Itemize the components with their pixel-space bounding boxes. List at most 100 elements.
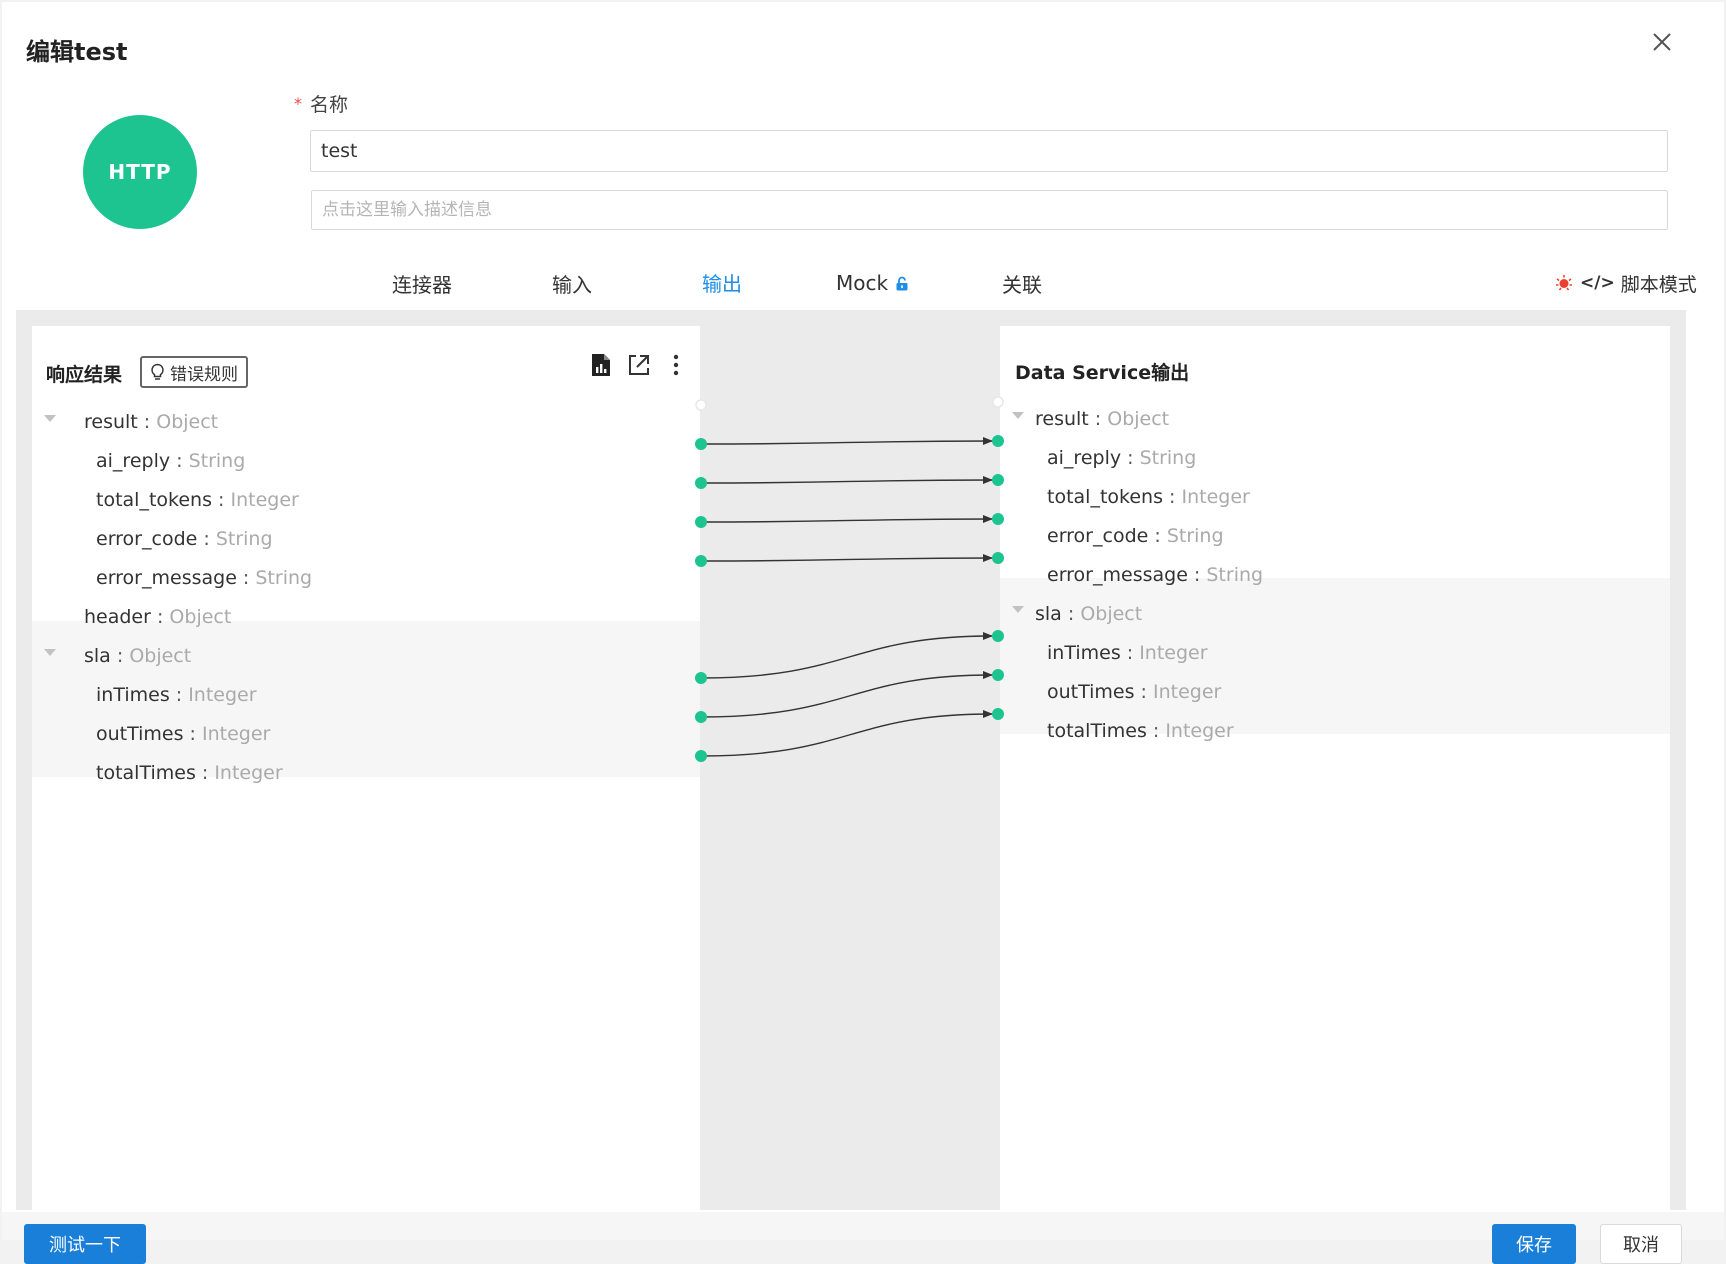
- tree-row-in-times: inTimes : Integer: [96, 677, 257, 713]
- close-button[interactable]: [1644, 24, 1680, 60]
- field-sep: :: [1162, 486, 1182, 508]
- field-name: error_code: [1047, 525, 1149, 547]
- collapse-sla-caret[interactable]: [1012, 606, 1024, 613]
- script-mode-label: 脚本模式: [1620, 273, 1697, 296]
- tab-connector[interactable]: 连接器: [347, 254, 497, 312]
- field-type: Object: [1107, 408, 1170, 430]
- field-type: String: [215, 528, 273, 550]
- cancel-button-label: 取消: [1623, 1235, 1659, 1256]
- tab-label: 关联: [1002, 272, 1042, 297]
- import-file-button[interactable]: [586, 350, 616, 380]
- field-type: Integer: [1181, 486, 1250, 508]
- tab-label: 连接器: [392, 272, 452, 297]
- tree-row-out-times: outTimes : Integer: [96, 716, 270, 752]
- lock-icon: [896, 276, 908, 290]
- output-panel-title: Data Service输出: [1015, 362, 1190, 384]
- tree-row-error-code: error_code : String: [96, 521, 273, 557]
- http-logo-text: HTTP: [108, 160, 172, 184]
- field-name: outTimes: [1047, 681, 1135, 703]
- tab-label: Mock: [835, 271, 889, 295]
- field-name: sla: [1035, 603, 1062, 625]
- required-mark: *: [294, 94, 302, 113]
- dialog-title: 编辑test: [26, 38, 128, 66]
- tab-output[interactable]: 输出: [647, 254, 797, 312]
- export-button[interactable]: [624, 350, 654, 380]
- tree-row-result: result : Object: [1035, 401, 1169, 437]
- http-logo: HTTP: [83, 115, 197, 229]
- tree-row-sla: sla : Object: [1035, 596, 1142, 632]
- field-type: Object: [129, 645, 192, 667]
- code-icon: </>: [1580, 273, 1615, 293]
- field-sep: :: [137, 411, 157, 433]
- field-type: Integer: [1165, 720, 1234, 742]
- field-name: totalTimes: [96, 762, 196, 784]
- more-vertical-icon: [673, 354, 679, 376]
- tab-mock[interactable]: Mock: [797, 254, 947, 312]
- field-sep: :: [183, 723, 202, 745]
- tree-row-error-message: error_message : String: [1047, 557, 1263, 593]
- script-mode-toggle[interactable]: </> 脚本模式: [1554, 270, 1697, 296]
- field-name: result: [1035, 408, 1089, 430]
- field-sep: :: [1187, 564, 1207, 586]
- error-rule-label: 错误规则: [170, 364, 238, 385]
- tree-row-error-code: error_code : String: [1047, 518, 1224, 554]
- tree-row-ai-reply: ai_reply : String: [96, 443, 245, 479]
- collapse-result-caret[interactable]: [1012, 412, 1024, 419]
- field-type: Integer: [214, 762, 283, 784]
- description-input[interactable]: [311, 190, 1668, 230]
- name-label: 名称: [310, 94, 349, 116]
- field-name: total_tokens: [96, 489, 212, 511]
- field-type: String: [1206, 564, 1264, 586]
- field-name: total_tokens: [1047, 486, 1163, 508]
- field-type: Object: [156, 411, 219, 433]
- field-sep: :: [1088, 408, 1108, 430]
- tab-label: 输出: [702, 271, 742, 296]
- field-sep: :: [1061, 603, 1081, 625]
- field-sep: :: [211, 489, 231, 511]
- field-name: result: [84, 411, 138, 433]
- field-name: header: [84, 606, 151, 628]
- field-type: Integer: [1153, 681, 1222, 703]
- save-button-label: 保存: [1516, 1235, 1552, 1256]
- tree-row-result: result : Object: [84, 404, 218, 440]
- dialog-footer: [2, 1212, 1724, 1240]
- field-type: Integer: [230, 489, 299, 511]
- field-sep: :: [1121, 447, 1140, 469]
- field-type: Integer: [188, 684, 257, 706]
- tree-row-sla: sla : Object: [84, 638, 191, 674]
- field-type: String: [255, 567, 313, 589]
- save-button[interactable]: 保存: [1492, 1224, 1576, 1264]
- error-rule-button[interactable]: 错误规则: [140, 356, 248, 388]
- response-panel: 响应结果 错误规则 result: Object ai_reply: Str…: [32, 326, 700, 1210]
- field-sep: :: [110, 645, 130, 667]
- field-name: error_message: [96, 567, 237, 589]
- more-menu-button[interactable]: [661, 350, 691, 380]
- tree-row-total-tokens: total_tokens : Integer: [1047, 479, 1250, 515]
- field-sep: :: [169, 684, 189, 706]
- field-name: sla: [84, 645, 111, 667]
- tree-row-total-times: totalTimes : Integer: [96, 755, 283, 791]
- test-button[interactable]: 测试一下: [24, 1224, 146, 1264]
- field-type: String: [1166, 525, 1224, 547]
- collapse-result-caret[interactable]: [44, 415, 56, 422]
- tree-row-total-times: totalTimes : Integer: [1047, 713, 1234, 749]
- response-panel-title: 响应结果: [46, 364, 123, 386]
- field-name: inTimes: [1047, 642, 1121, 664]
- collapse-sla-caret[interactable]: [44, 649, 56, 656]
- export-icon: [629, 355, 649, 375]
- test-button-label: 测试一下: [49, 1235, 121, 1256]
- tree-row-ai-reply: ai_reply : String: [1047, 440, 1196, 476]
- tab-input[interactable]: 输入: [497, 254, 647, 312]
- field-sep: :: [1120, 642, 1140, 664]
- cancel-button[interactable]: 取消: [1600, 1224, 1682, 1264]
- field-name: outTimes: [96, 723, 184, 745]
- tab-relation[interactable]: 关联: [947, 254, 1097, 312]
- field-name: inTimes: [96, 684, 170, 706]
- field-type: String: [188, 450, 246, 472]
- field-sep: :: [150, 606, 170, 628]
- name-input[interactable]: [310, 130, 1668, 172]
- field-sep: :: [197, 528, 216, 550]
- output-panel: Data Service输出 result : Object ai_reply …: [1000, 326, 1670, 1210]
- field-name: totalTimes: [1047, 720, 1147, 742]
- tab-label: 输入: [552, 272, 592, 297]
